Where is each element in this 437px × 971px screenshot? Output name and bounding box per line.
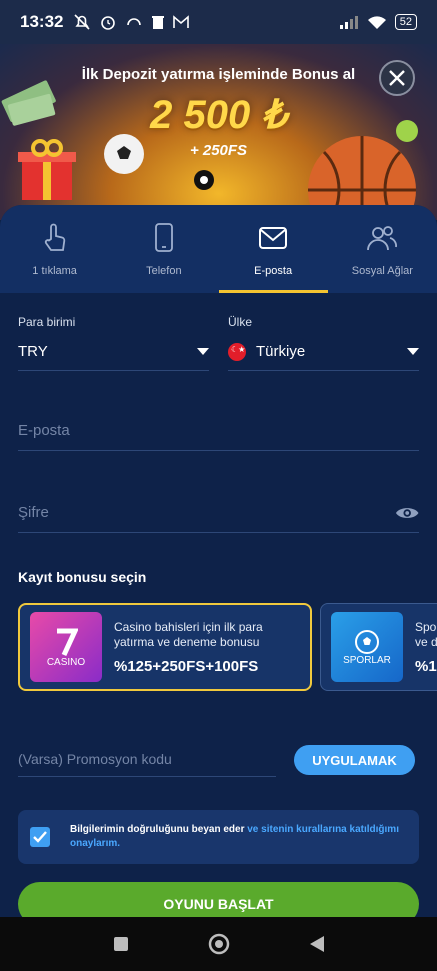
currency-select[interactable]: TRY	[18, 333, 209, 371]
banner-amount: 2 500 ₺	[150, 93, 287, 137]
screen: 13:32 52 İlk Depozit yatırma işleminde B…	[0, 0, 437, 971]
tab-label: Telefon	[146, 265, 182, 277]
password-field[interactable]	[18, 493, 419, 533]
signal-icon	[339, 16, 358, 29]
bonus-description: Casino bahisleri için ilk para yatırma v…	[114, 619, 263, 649]
people-icon	[367, 226, 398, 251]
email-input[interactable]	[18, 422, 419, 439]
password-input[interactable]	[18, 504, 395, 521]
tab-label: E-posta	[254, 265, 293, 277]
status-left-icons	[73, 13, 190, 31]
chevron-down-icon	[197, 348, 209, 355]
apply-promo-button[interactable]: UYGULAMAK	[294, 745, 415, 775]
currency-label: Para birimi	[18, 315, 76, 329]
banner-headline: İlk Depozit yatırma işleminde Bonus al	[81, 66, 356, 83]
chevron-down-icon	[407, 348, 419, 355]
alarm-icon	[101, 16, 116, 30]
status-time: 13:32	[20, 12, 64, 31]
close-icon	[389, 70, 405, 86]
seven-icon	[57, 628, 78, 656]
bonus-description-line: ve d	[415, 634, 437, 649]
recents-icon[interactable]	[113, 936, 129, 952]
registration-card: 1 tıklama Telefon E-posta Sosyal Ağlar P…	[0, 205, 437, 971]
sports-thumbnail: SPORLAR	[331, 612, 403, 682]
consent-box: Bilgilerimin doğruluğunu beyan eder ve s…	[18, 810, 419, 864]
tab-phone[interactable]: Telefon	[109, 205, 218, 293]
check-icon	[33, 831, 47, 843]
soccer-ball-icon	[355, 629, 379, 654]
bonus-card-casino[interactable]: CASINO Casino bahisleri için ilk para ya…	[18, 603, 312, 691]
status-right-icons: 52	[339, 14, 417, 30]
email-field[interactable]	[18, 411, 419, 451]
currency-value: TRY	[18, 343, 48, 360]
consent-checkbox[interactable]	[30, 827, 50, 847]
muted-bell-icon	[74, 14, 91, 30]
promo-banner: İlk Depozit yatırma işleminde Bonus al 2…	[0, 44, 437, 220]
country-select[interactable]: Türkiye	[228, 333, 419, 371]
bonus-card-sports[interactable]: SPORLAR Sporve d %12	[320, 603, 437, 691]
turkey-flag-icon	[228, 342, 246, 361]
promo-code-field[interactable]: (Varsa) Promosyon kodu	[18, 741, 276, 777]
casino-thumbnail: CASINO	[30, 612, 102, 682]
consent-text: Bilgilerimin doğruluğunu beyan eder ve s…	[70, 823, 407, 851]
consent-plain-text: Bilgilerimin doğruluğunu beyan eder	[70, 824, 245, 835]
bonus-text: Casino bahisleri için ilk para yatırma v…	[114, 620, 300, 675]
bonus-text: Sporve d %12	[415, 620, 437, 675]
bonus-description: Sporve d	[415, 620, 437, 650]
envelope-icon	[259, 227, 288, 249]
wifi-icon	[367, 16, 386, 29]
bonus-value: %125+250FS+100FS	[114, 657, 259, 675]
close-button[interactable]	[379, 60, 415, 96]
tap-icon	[44, 223, 65, 251]
tab-label: Sosyal Ağlar	[351, 265, 413, 277]
tab-one-click[interactable]: 1 tıklama	[0, 205, 109, 293]
tab-label: 1 tıklama	[32, 265, 77, 277]
headset-icon	[127, 18, 142, 26]
bonus-description-line: Spor	[415, 619, 437, 634]
phone-icon	[154, 223, 173, 252]
tab-social[interactable]: Sosyal Ağlar	[328, 205, 437, 293]
country-value: Türkiye	[256, 343, 306, 360]
bonus-value: %12	[415, 657, 437, 675]
system-nav-bar	[0, 917, 437, 971]
promo-code-placeholder: (Varsa) Promosyon kodu	[18, 750, 172, 767]
country-label: Ülke	[228, 315, 253, 329]
bonus-section-title: Kayıt bonusu seçin	[18, 569, 147, 585]
tab-email[interactable]: E-posta	[218, 205, 329, 293]
trash-icon	[152, 16, 165, 29]
sports-thumb-label: SPORLAR	[343, 654, 391, 666]
pool-ball-decoration	[194, 170, 214, 190]
battery-icon: 52	[394, 14, 417, 30]
back-icon[interactable]	[309, 935, 325, 953]
registration-tabs: 1 tıklama Telefon E-posta Sosyal Ağlar	[0, 205, 437, 293]
status-bar: 13:32 52	[0, 0, 437, 44]
banner-free-spins: + 250FS	[189, 142, 248, 159]
eye-icon[interactable]	[395, 504, 419, 522]
mail-icon	[173, 15, 190, 28]
casino-thumb-label: CASINO	[46, 656, 86, 668]
home-icon[interactable]	[207, 932, 231, 956]
